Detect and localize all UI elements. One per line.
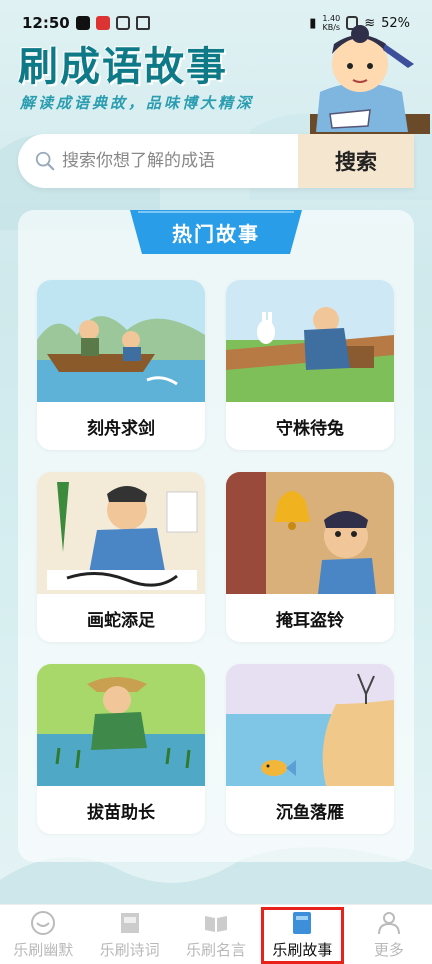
bell-scene-illustration bbox=[226, 472, 394, 594]
rabbit-scene-illustration bbox=[226, 280, 394, 402]
fish-goose-scene-illustration bbox=[226, 664, 394, 786]
story-card-2[interactable]: 守株待兔 bbox=[226, 280, 394, 450]
story-title: 刻舟求剑 bbox=[87, 418, 155, 439]
page-subtitle: 解读成语典故，品味博大精深 bbox=[20, 94, 255, 112]
story-card-1[interactable]: 刻舟求剑 bbox=[37, 280, 205, 450]
nav-label: 乐刷幽默 bbox=[13, 940, 74, 959]
story-title: 沉鱼落雁 bbox=[276, 802, 344, 823]
search-bar: 搜索 bbox=[18, 134, 414, 188]
poem-book-icon bbox=[120, 912, 139, 933]
boat-scene-illustration bbox=[37, 280, 205, 402]
person-icon bbox=[377, 911, 400, 934]
story-card-4[interactable]: 掩耳盗铃 bbox=[226, 472, 394, 642]
search-icon bbox=[35, 151, 55, 171]
nav-item-stories[interactable]: 乐刷故事 bbox=[259, 905, 345, 964]
nav-item-quotes[interactable]: 乐刷名言 bbox=[173, 905, 259, 964]
story-title: 画蛇添足 bbox=[87, 610, 155, 631]
status-time: 12:50 bbox=[22, 14, 70, 32]
search-button[interactable]: 搜索 bbox=[298, 134, 414, 188]
nav-item-humor[interactable]: 乐刷幽默 bbox=[0, 905, 86, 964]
gallery-icon bbox=[115, 16, 130, 30]
section-title: 热门故事 bbox=[172, 221, 260, 246]
section-header: 热门故事 bbox=[130, 210, 302, 258]
active-tab-highlight bbox=[261, 907, 344, 964]
nav-label: 更多 bbox=[373, 940, 404, 959]
seedling-scene-illustration bbox=[37, 664, 205, 786]
story-card-3[interactable]: 画蛇添足 bbox=[37, 472, 205, 642]
open-book-icon bbox=[205, 915, 228, 932]
nav-label: 乐刷名言 bbox=[186, 940, 247, 959]
mail-icon bbox=[135, 16, 150, 30]
painting-scene-illustration bbox=[37, 472, 205, 594]
story-title: 守株待兔 bbox=[276, 418, 344, 439]
nav-label: 乐刷诗词 bbox=[99, 940, 160, 959]
story-title: 拔苗助长 bbox=[87, 802, 155, 823]
nav-item-more[interactable]: 更多 bbox=[346, 905, 432, 964]
bottom-navigation: 乐刷幽默 乐刷诗词 乐刷名言 乐刷故事 更多 bbox=[0, 904, 432, 964]
nav-item-poems[interactable]: 乐刷诗词 bbox=[86, 905, 172, 964]
tiktok-icon bbox=[75, 16, 90, 30]
story-card-5[interactable]: 拔苗助长 bbox=[37, 664, 205, 834]
scholar-mascot-illustration bbox=[310, 25, 430, 134]
hot-stories-panel: 热门故事 刻舟求剑 守株待兔 画蛇添足 掩耳盗铃 拔苗助长 沉鱼落雁 bbox=[18, 210, 414, 862]
app-notification-icon bbox=[95, 16, 110, 30]
story-card-6[interactable]: 沉鱼落雁 bbox=[226, 664, 394, 834]
search-input[interactable] bbox=[62, 141, 292, 181]
smile-icon bbox=[31, 910, 56, 935]
page-title: 刷成语故事 bbox=[18, 44, 228, 90]
status-left: 12:50 bbox=[22, 14, 150, 32]
story-title: 掩耳盗铃 bbox=[276, 610, 344, 631]
